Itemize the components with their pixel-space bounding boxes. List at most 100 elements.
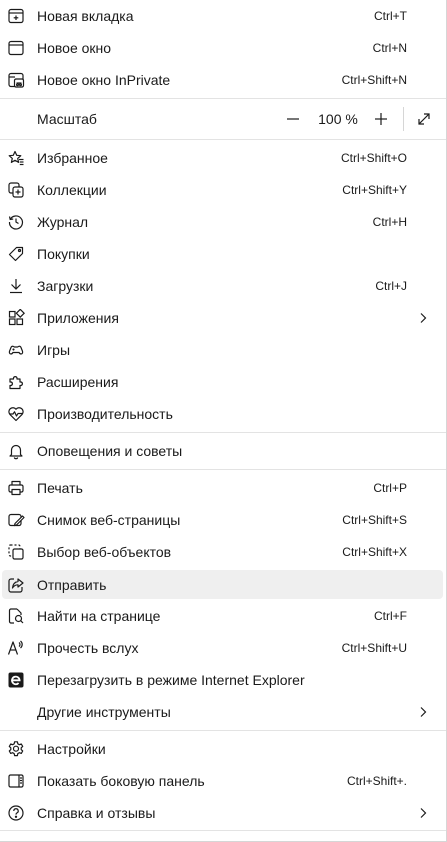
menu-item-new-window[interactable]: Новое окно Ctrl+N [0,32,446,64]
read-aloud-icon [7,639,25,657]
menu-item-label: Прочесть вслух [37,640,139,656]
menu-item-favorites[interactable]: Избранное Ctrl+Shift+O [0,142,446,174]
chevron-right-icon [420,707,427,717]
menu-item-sidebar[interactable]: Показать боковую панель Ctrl+Shift+. [0,765,446,797]
gear-icon [7,740,25,758]
menu-item-label: Другие инструменты [37,704,171,720]
favorites-icon [7,149,25,167]
new-tab-icon [7,7,25,25]
fullscreen-button[interactable] [412,107,436,131]
browser-settings-menu: Новая вкладка Ctrl+T Новое окно Ctrl+N Н… [0,0,447,842]
shortcut-text: Ctrl+J [375,279,407,293]
menu-item-label: Коллекции [37,182,107,198]
shortcut-text: Ctrl+N [372,41,407,55]
new-window-icon [7,39,25,57]
fullscreen-icon [418,113,430,125]
menu-item-label: Оповещения и советы [37,443,183,459]
chevron-right-icon [420,313,427,323]
shortcut-text: Ctrl+T [374,9,407,23]
menu-item-games[interactable]: Игры [0,334,446,366]
menu-item-share[interactable]: Отправить [2,570,443,599]
extensions-icon [7,373,25,391]
menu-item-label: Новая вкладка [37,8,134,24]
menu-item-label: Загрузки [37,278,94,294]
menu-item-label: Покупки [37,246,90,262]
ie-icon [7,671,25,689]
menu-item-label: Расширения [37,374,119,390]
shortcut-text: Ctrl+Shift+S [342,513,407,527]
menu-item-history[interactable]: Журнал Ctrl+H [0,206,446,238]
menu-item-find[interactable]: Найти на странице Ctrl+F [0,600,446,632]
menu-item-help[interactable]: Справка и отзывы [0,797,446,829]
zoom-divider [403,107,404,131]
menu-item-label: Отправить [37,577,107,593]
plus-icon [375,113,387,125]
shortcut-text: Ctrl+Shift+X [342,545,407,559]
menu-item-label: Печать [37,480,83,496]
collections-icon [7,181,25,199]
shortcut-text: Ctrl+Shift+. [346,774,407,788]
web-select-icon [7,543,25,561]
find-icon [7,607,25,625]
screenshot-icon [7,511,25,529]
menu-item-extensions[interactable]: Расширения [0,366,446,398]
menu-item-label: Найти на странице [37,608,161,624]
menu-item-collections[interactable]: Коллекции Ctrl+Shift+Y [0,174,446,206]
menu-item-screenshot[interactable]: Снимок веб-страницы Ctrl+Shift+S [0,504,446,536]
bell-icon [7,442,25,460]
divider [0,139,446,140]
menu-item-label: Новое окно InPrivate [37,72,171,88]
menu-item-new-tab[interactable]: Новая вкладка Ctrl+T [0,0,446,32]
shortcut-text: Ctrl+Shift+U [341,641,407,655]
apps-icon [7,309,25,327]
menu-item-label: Показать боковую панель [37,773,205,789]
menu-item-label: Снимок веб-страницы [37,512,181,528]
menu-item-web-select[interactable]: Выбор веб-объектов Ctrl+Shift+X [0,536,446,568]
zoom-out-button[interactable] [281,107,305,131]
inprivate-icon [7,71,25,89]
divider [0,432,446,433]
menu-item-label: Справка и отзывы [37,805,156,821]
menu-item-ie-mode[interactable]: Перезагрузить в режиме Internet Explorer [0,664,446,696]
tag-icon [7,245,25,263]
divider [0,469,446,470]
shortcut-text: Ctrl+Shift+N [341,73,407,87]
menu-item-new-inprivate[interactable]: Новое окно InPrivate Ctrl+Shift+N [0,64,446,96]
menu-item-notifications[interactable]: Оповещения и советы [0,435,446,467]
zoom-value: 100 % [318,111,358,127]
menu-item-performance[interactable]: Производительность [0,398,446,430]
shortcut-text: Ctrl+P [373,481,407,495]
menu-item-label: Новое окно [37,40,112,56]
history-icon [7,213,25,231]
sidebar-icon [7,772,25,790]
share-icon [7,576,25,594]
performance-icon [7,405,25,423]
menu-item-apps[interactable]: Приложения [0,302,446,334]
menu-item-label: Настройки [37,741,106,757]
menu-item-read-aloud[interactable]: Прочесть вслух Ctrl+Shift+U [0,632,446,664]
menu-item-label: Приложения [37,310,119,326]
shortcut-text: Ctrl+Shift+O [340,151,407,165]
menu-item-label: Игры [37,342,71,358]
menu-item-shopping[interactable]: Покупки [0,238,446,270]
menu-item-settings[interactable]: Настройки [0,733,446,765]
menu-item-more-tools[interactable]: Другие инструменты [0,696,446,728]
menu-item-label: Выбор веб-объектов [37,544,172,560]
minus-icon [287,118,299,120]
shortcut-text: Ctrl+Shift+Y [342,183,407,197]
zoom-row: Масштаб 100 % [0,99,446,139]
download-icon [7,277,25,295]
menu-item-label: Перезагрузить в режиме Internet Explorer [37,672,305,688]
games-icon [7,341,25,359]
divider [0,830,446,831]
zoom-label: Масштаб [37,111,97,127]
chevron-right-icon [420,808,427,818]
zoom-in-button[interactable] [369,107,393,131]
shortcut-text: Ctrl+H [372,215,407,229]
printer-icon [7,479,25,497]
menu-item-print[interactable]: Печать Ctrl+P [0,472,446,504]
shortcut-text: Ctrl+F [374,609,407,623]
menu-item-downloads[interactable]: Загрузки Ctrl+J [0,270,446,302]
help-icon [7,804,25,822]
menu-item-label: Избранное [37,150,108,166]
